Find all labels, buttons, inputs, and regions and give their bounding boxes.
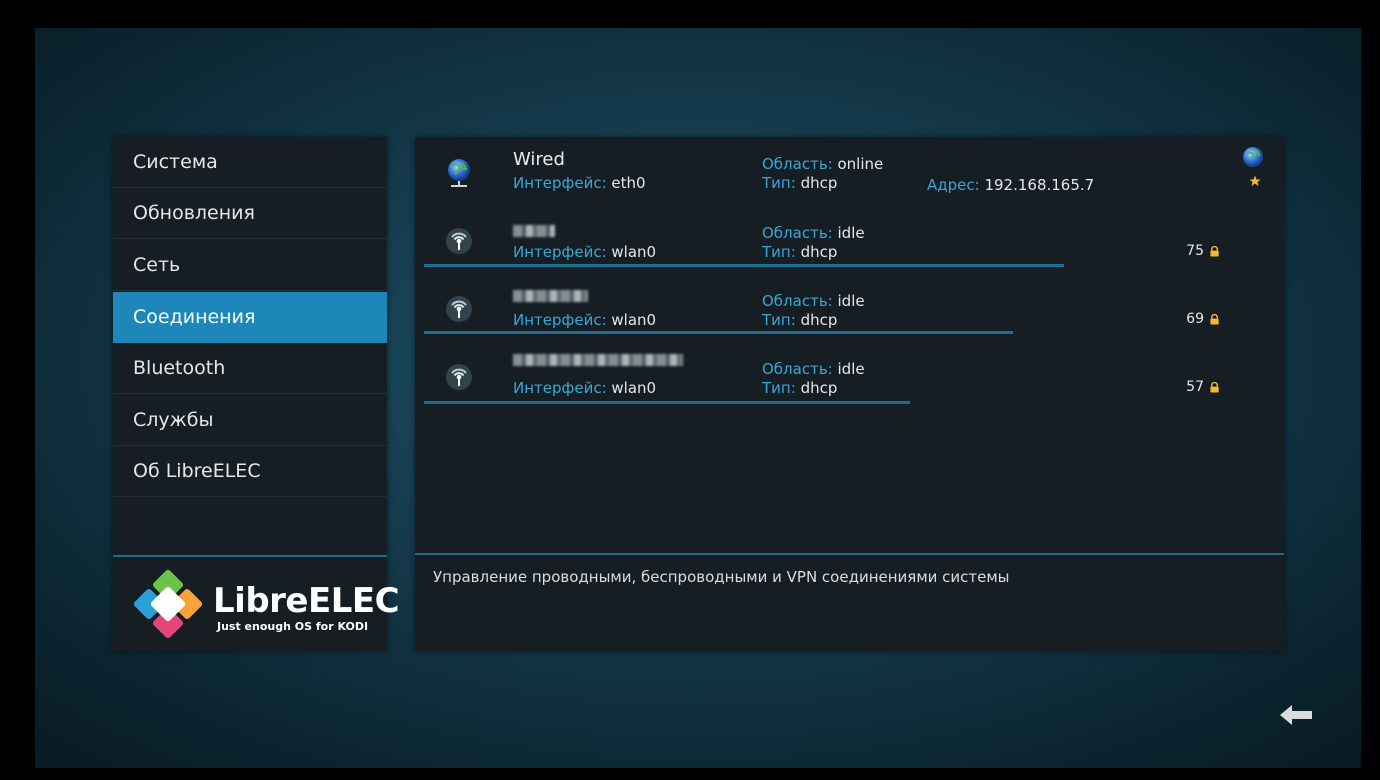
connection-type: Тип: dhcp	[762, 379, 838, 397]
connection-row-wifi[interactable]: Интерфейс: wlan0 Область: idle Тип: dhcp…	[415, 205, 1284, 273]
sidebar-item-bluetooth[interactable]: Bluetooth	[113, 343, 387, 394]
lock-icon	[1210, 381, 1219, 393]
connection-interface: Интерфейс: wlan0	[513, 379, 657, 397]
sidebar-item-label: Сеть	[133, 254, 181, 276]
connection-interface: Интерфейс: eth0	[513, 174, 646, 192]
lock-icon	[1210, 313, 1219, 325]
libreelec-logo-icon	[133, 569, 203, 639]
sidebar-item-label: Обновления	[133, 202, 255, 224]
description-text: Управление проводными, беспроводными и V…	[433, 568, 1010, 586]
sidebar-item-system[interactable]: Система	[113, 137, 387, 188]
connection-state: Область: idle	[762, 360, 865, 378]
connection-name: Wired	[513, 149, 565, 170]
connection-row-wifi[interactable]: Интерфейс: wlan0 Область: idle Тип: dhcp…	[415, 273, 1284, 341]
description-area: Управление проводными, беспроводными и V…	[415, 553, 1284, 651]
sidebar-item-label: Службы	[133, 409, 214, 431]
signal-strength: 57	[1186, 379, 1220, 395]
connection-interface: Интерфейс: wlan0	[513, 243, 657, 261]
favorite-star-icon	[1249, 175, 1261, 186]
connected-globe-icon	[1243, 147, 1263, 167]
signal-strength-bar	[424, 401, 910, 404]
connections-panel: Wired Интерфейс: eth0 Область: online Ти…	[415, 137, 1284, 651]
logo-area: LibreELEC Just enough OS for KODI	[113, 555, 400, 651]
signal-strength: 75	[1186, 243, 1220, 259]
connection-type: Тип: dhcp	[762, 174, 838, 192]
connection-row-wired[interactable]: Wired Интерфейс: eth0 Область: online Ти…	[415, 137, 1284, 205]
connection-type: Тип: dhcp	[762, 243, 838, 261]
sidebar-item-updates[interactable]: Обновления	[113, 188, 387, 239]
sidebar: Система Обновления Сеть Соединения Bluet…	[113, 137, 400, 651]
sidebar-item-network[interactable]: Сеть	[113, 240, 387, 291]
sidebar-item-label: Об LibreELEC	[133, 460, 261, 482]
connection-state: Область: idle	[762, 224, 865, 242]
signal-strength-bar	[424, 264, 1064, 267]
sidebar-item-label: Система	[133, 151, 218, 173]
wifi-icon	[446, 364, 472, 390]
wired-globe-icon	[448, 159, 470, 187]
back-arrow-icon[interactable]	[1278, 702, 1314, 728]
lock-icon	[1210, 245, 1219, 257]
signal-strength: 69	[1186, 311, 1220, 327]
wifi-icon	[446, 296, 472, 322]
logo-tagline: Just enough OS for KODI	[217, 620, 369, 633]
network-name-redacted	[513, 354, 683, 366]
network-name-redacted	[513, 290, 588, 302]
connection-state: Область: idle	[762, 292, 865, 310]
connection-row-wifi[interactable]: Интерфейс: wlan0 Область: idle Тип: dhcp…	[415, 341, 1284, 409]
wifi-icon	[446, 228, 472, 254]
sidebar-item-about[interactable]: Об LibreELEC	[113, 446, 387, 497]
sidebar-item-label: Bluetooth	[133, 357, 226, 379]
network-name-redacted	[513, 225, 555, 237]
logo-name: LibreELEC	[213, 581, 400, 621]
connection-interface: Интерфейс: wlan0	[513, 311, 657, 329]
sidebar-item-connections[interactable]: Соединения	[113, 292, 387, 343]
signal-strength-bar	[424, 331, 1013, 334]
sidebar-item-services[interactable]: Службы	[113, 395, 387, 446]
connection-state: Область: online	[762, 155, 884, 173]
connection-address: Адрес: 192.168.165.7	[927, 176, 1095, 194]
connection-type: Тип: dhcp	[762, 311, 838, 329]
sidebar-item-label: Соединения	[133, 306, 256, 328]
